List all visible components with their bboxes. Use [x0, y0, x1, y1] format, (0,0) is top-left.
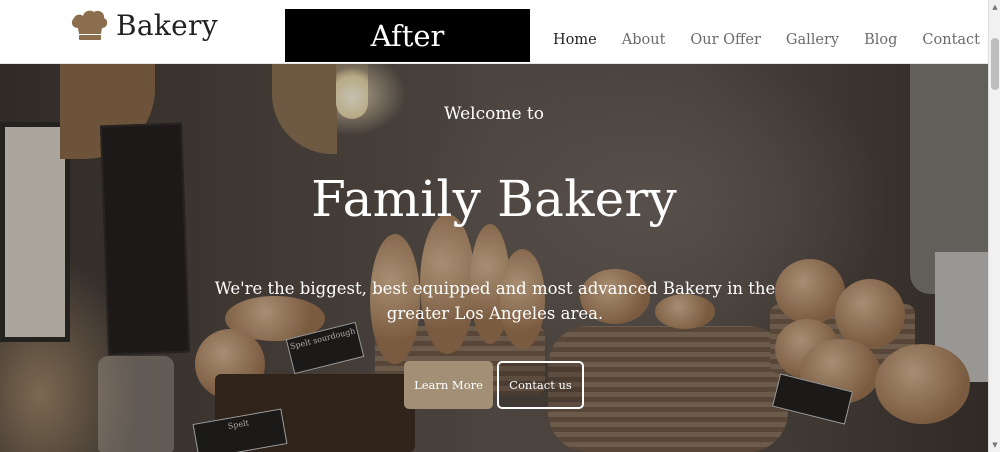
hero-title: Family Bakery	[311, 170, 677, 228]
nav-gallery[interactable]: Gallery	[786, 32, 839, 48]
hero-tagline: We're the biggest, best equipped and mos…	[214, 279, 776, 323]
hero-welcome: Welcome to	[444, 104, 544, 124]
scroll-thumb[interactable]	[991, 38, 999, 90]
nav-contact[interactable]: Contact	[922, 32, 980, 48]
after-label: After	[285, 9, 530, 62]
scroll-down-icon[interactable]: ▼	[989, 438, 1000, 452]
hero-section: Spelt sourdough Spelt Welcome to Family …	[0, 64, 988, 452]
nav-our-offer[interactable]: Our Offer	[690, 32, 760, 48]
logo-text: Bakery	[116, 8, 218, 42]
logo[interactable]: Bakery	[70, 8, 218, 42]
hero-content: Welcome to Family Bakery We're the bigge…	[0, 64, 988, 452]
chef-hat-icon	[71, 10, 108, 40]
page-scrollbar[interactable]: ▲ ▼	[988, 0, 1000, 452]
nav-about[interactable]: About	[622, 32, 666, 48]
site-header: Bakery After Home About Our Offer Galler…	[0, 0, 1000, 64]
main-nav: Home About Our Offer Gallery Blog Contac…	[528, 0, 980, 64]
scroll-up-icon[interactable]: ▲	[989, 0, 1000, 14]
nav-blog[interactable]: Blog	[864, 32, 897, 48]
learn-more-button[interactable]: Learn More	[404, 361, 493, 409]
contact-us-button[interactable]: Contact us	[497, 361, 584, 409]
nav-home[interactable]: Home	[553, 32, 597, 48]
